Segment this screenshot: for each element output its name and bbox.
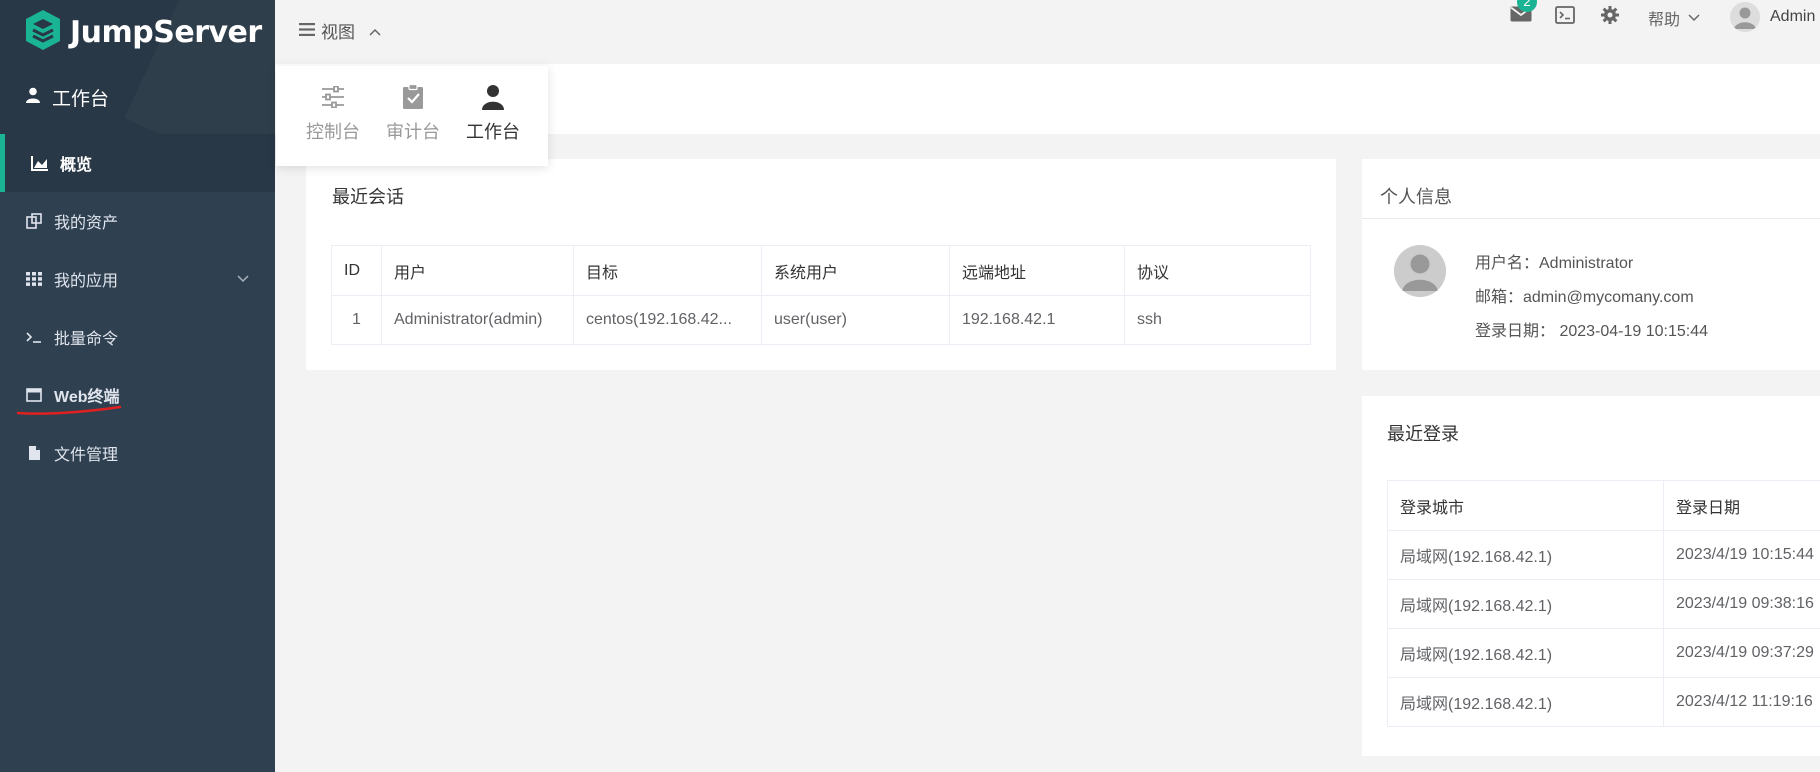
column-header: 协议	[1124, 245, 1311, 296]
view-option-label: 控制台	[306, 122, 360, 142]
card-title: 最近登录	[1387, 424, 1459, 444]
table-row[interactable]: 局域网(192.168.42.1) 2023/4/19 10:15:44	[1387, 530, 1820, 580]
table-cell: 1	[331, 295, 382, 345]
profile-username: 用户名：Administrator	[1475, 255, 1634, 272]
table-cell: 局域网(192.168.42.1)	[1387, 579, 1664, 629]
help-label: 帮助	[1648, 12, 1681, 29]
table-cell: ssh	[1124, 295, 1311, 345]
sidebar-item-label: 文件管理	[54, 447, 119, 464]
table-cell: 局域网(192.168.42.1)	[1387, 677, 1664, 727]
column-header: 目标	[573, 245, 762, 296]
sidebar-item-overview[interactable]: 概览	[0, 134, 275, 192]
table-cell: centos(192.168.42...	[573, 295, 762, 345]
user-icon	[482, 82, 504, 112]
view-toggle[interactable]: 视图	[299, 18, 381, 43]
logins-table: 登录城市 登录日期 局域网(192.168.42.1) 2023/4/19 10…	[1387, 480, 1820, 727]
sidebar-header: JumpServer 工作台	[0, 0, 275, 134]
view-option-label: 工作台	[466, 122, 520, 142]
view-option-workspace[interactable]: 工作台	[466, 82, 520, 166]
table-cell: 2023/4/19 10:15:44	[1663, 530, 1820, 580]
sidebar-item-label: 概览	[60, 157, 93, 174]
table-row[interactable]: 局域网(192.168.42.1) 2023/4/19 09:37:29	[1387, 628, 1820, 678]
sidebar-menu: 概览 我的资产 我的应用 批量命令 Web终端 文件管理	[0, 134, 275, 482]
sidebar: JumpServer 工作台 概览 我的资产 我的应用 批量命令 Web终端 文…	[0, 0, 275, 772]
column-header: 登录城市	[1387, 480, 1664, 531]
recent-sessions-card: 最近会话 ID 用户 目标 系统用户 远端地址 协议 1 Administrat…	[306, 159, 1336, 370]
sidebar-item-my-assets[interactable]: 我的资产	[0, 192, 275, 250]
area-chart-icon	[30, 153, 50, 173]
topbar: 视图 2 帮助 Admin	[275, 0, 1820, 64]
column-header: 远端地址	[949, 245, 1125, 296]
table-cell: 2023/4/12 11:19:16	[1663, 677, 1820, 727]
brand-logo[interactable]: JumpServer	[24, 8, 262, 57]
chevron-up-icon	[369, 21, 381, 41]
workspace-title: 工作台	[26, 84, 109, 111]
chevron-down-icon	[1688, 9, 1700, 27]
table-row[interactable]: 1 Administrator(admin) centos(192.168.42…	[331, 295, 1311, 345]
profile-card: 个人信息 用户名：Administrator 邮箱：admin@mycomany…	[1362, 159, 1820, 370]
workspace-title-label: 工作台	[52, 89, 110, 110]
column-header: 系统用户	[761, 245, 950, 296]
settings-button[interactable]	[1601, 6, 1619, 29]
hamburger-icon	[299, 21, 315, 41]
assets-icon	[24, 211, 44, 231]
view-dropdown: 控制台 审计台 工作台	[276, 66, 548, 166]
view-option-audit[interactable]: 审计台	[386, 82, 440, 166]
sidebar-item-label: 我的资产	[54, 215, 119, 232]
card-title: 个人信息	[1362, 159, 1820, 219]
user-menu[interactable]: Admin	[1730, 2, 1815, 32]
red-underline-annotation	[16, 405, 122, 415]
view-option-console[interactable]: 控制台	[306, 82, 360, 166]
card-title: 最近会话	[332, 187, 404, 207]
table-row[interactable]: 局域网(192.168.42.1) 2023/4/19 09:38:16	[1387, 579, 1820, 629]
brand-name: JumpServer	[70, 15, 262, 50]
file-icon	[24, 443, 44, 463]
recent-logins-card: 最近登录 登录城市 登录日期 局域网(192.168.42.1) 2023/4/…	[1362, 396, 1820, 756]
table-cell: 192.168.42.1	[949, 295, 1125, 345]
terminal-button[interactable]	[1555, 6, 1575, 29]
avatar	[1730, 2, 1760, 32]
mail-button[interactable]: 2	[1510, 0, 1537, 27]
sidebar-item-label: 批量命令	[54, 331, 119, 348]
gear-icon	[1601, 6, 1619, 29]
sidebar-item-my-apps[interactable]: 我的应用	[0, 250, 275, 308]
terminal-prompt-icon	[24, 327, 44, 347]
table-header-row: 登录城市 登录日期	[1387, 480, 1820, 531]
sessions-table: ID 用户 目标 系统用户 远端地址 协议 1 Administrator(ad…	[331, 245, 1311, 345]
table-cell: 局域网(192.168.42.1)	[1387, 530, 1664, 580]
user-name: Admin	[1770, 8, 1816, 25]
table-cell: Administrator(admin)	[381, 295, 574, 345]
profile-login-date: 登录日期： 2023-04-19 10:15:44	[1475, 323, 1709, 340]
clipboard-check-icon	[402, 82, 424, 112]
column-header: ID	[331, 245, 382, 296]
user-icon	[26, 87, 40, 109]
sliders-icon	[321, 82, 345, 112]
table-cell: 2023/4/19 09:38:16	[1663, 579, 1820, 629]
table-row[interactable]: 局域网(192.168.42.1) 2023/4/12 11:19:16	[1387, 677, 1820, 727]
help-menu[interactable]: 帮助	[1648, 6, 1700, 30]
table-header-row: ID 用户 目标 系统用户 远端地址 协议	[331, 245, 1311, 296]
view-option-label: 审计台	[386, 122, 440, 142]
chevron-down-icon[interactable]	[237, 270, 249, 288]
profile-details: 用户名：Administrator 邮箱：admin@mycomany.com …	[1475, 247, 1708, 349]
avatar	[1394, 245, 1446, 297]
column-header: 登录日期	[1663, 480, 1820, 531]
table-cell: 2023/4/19 09:37:29	[1663, 628, 1820, 678]
column-header: 用户	[381, 245, 574, 296]
sidebar-item-batch-commands[interactable]: 批量命令	[0, 308, 275, 366]
grid-icon	[24, 269, 44, 289]
sidebar-item-label: 我的应用	[54, 273, 119, 290]
view-toggle-label: 视图	[321, 23, 355, 42]
window-icon	[24, 385, 44, 405]
terminal-icon	[1555, 6, 1575, 29]
table-cell: 局域网(192.168.42.1)	[1387, 628, 1664, 678]
jumpserver-logo-icon	[24, 8, 62, 57]
sidebar-item-file-manager[interactable]: 文件管理	[0, 424, 275, 482]
table-cell: user(user)	[761, 295, 950, 345]
profile-email: 邮箱：admin@mycomany.com	[1475, 289, 1694, 306]
